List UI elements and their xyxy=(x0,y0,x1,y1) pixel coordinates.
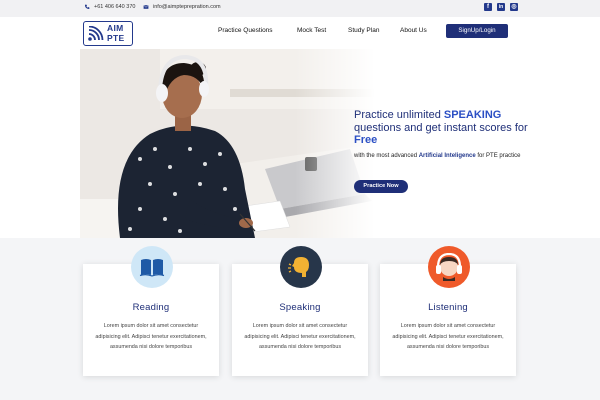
subtitle-text-1: with the most advanced xyxy=(354,153,419,159)
reading-icon-circle xyxy=(131,246,173,288)
hero-headline: Practice unlimited SPEAKING questions an… xyxy=(354,109,544,147)
listening-description: Lorem ipsum dolor sit amet consectetur a… xyxy=(392,323,504,350)
reading-title: Reading xyxy=(132,302,170,313)
hero-section: Practice unlimited SPEAKING questions an… xyxy=(0,49,600,238)
practice-now-button[interactable]: Practice Now xyxy=(354,180,408,193)
phone-number: +61 406 640 370 xyxy=(94,4,136,10)
headline-text-1: Practice unlimited xyxy=(354,109,444,121)
book-icon xyxy=(139,259,165,277)
signal-waves-icon xyxy=(88,26,104,41)
listening-card[interactable]: Listening Lorem ipsum dolor sit amet con… xyxy=(380,246,516,376)
logo-text-aim: AIM xyxy=(107,23,124,33)
speaking-icon-circle xyxy=(280,246,322,288)
nav-practice-questions[interactable]: Practice Questions xyxy=(218,27,273,34)
speaking-title: Speaking xyxy=(279,302,321,313)
main-navbar: AIM PTE Practice Questions Mock Test Stu… xyxy=(0,17,600,49)
phone-icon xyxy=(85,4,90,9)
facebook-icon[interactable]: f xyxy=(484,3,492,11)
email-contact[interactable]: info@aimpteprepration.com xyxy=(143,4,221,10)
phone-contact[interactable]: +61 406 640 370 xyxy=(84,4,135,10)
subtitle-highlight-ai: Artificial Inteligence xyxy=(418,153,476,159)
linkedin-icon[interactable]: in xyxy=(497,3,505,11)
instagram-icon[interactable]: ◎ xyxy=(510,3,518,11)
listening-icon-circle xyxy=(428,246,470,288)
speaking-head-icon xyxy=(288,257,309,277)
nav-about-us[interactable]: About Us xyxy=(400,27,427,34)
reading-card[interactable]: Reading Lorem ipsum dolor sit amet conse… xyxy=(83,246,219,376)
top-contact-bar: +61 406 640 370 info@aimpteprepration.co… xyxy=(0,0,600,17)
signup-login-button[interactable]: SignUp/Login xyxy=(446,24,508,38)
hero-student-image xyxy=(80,49,375,238)
nav-mock-test[interactable]: Mock Test xyxy=(297,27,326,34)
email-address: info@aimpteprepration.com xyxy=(153,4,221,10)
headline-highlight-free: Free xyxy=(354,134,378,146)
headphones-icon xyxy=(436,253,462,281)
listening-title: Listening xyxy=(428,302,468,313)
hero-subtitle: with the most advanced Artificial Inteli… xyxy=(354,153,534,161)
speaking-card[interactable]: Speaking Lorem ipsum dolor sit amet cons… xyxy=(232,246,368,376)
logo-text-pte: PTE xyxy=(107,33,125,43)
reading-description: Lorem ipsum dolor sit amet consectetur a… xyxy=(95,323,207,350)
headline-text-2: questions and get instant scores for xyxy=(354,121,528,134)
headline-highlight-speaking: SPEAKING xyxy=(443,109,502,121)
mail-icon xyxy=(143,5,149,9)
nav-study-plan[interactable]: Study Plan xyxy=(348,27,379,34)
subtitle-text-2: for PTE practice xyxy=(475,153,521,159)
social-links: f in ◎ xyxy=(484,3,518,11)
aim-pte-logo[interactable]: AIM PTE xyxy=(83,21,133,46)
speaking-description: Lorem ipsum dolor sit amet consectetur a… xyxy=(244,323,356,350)
